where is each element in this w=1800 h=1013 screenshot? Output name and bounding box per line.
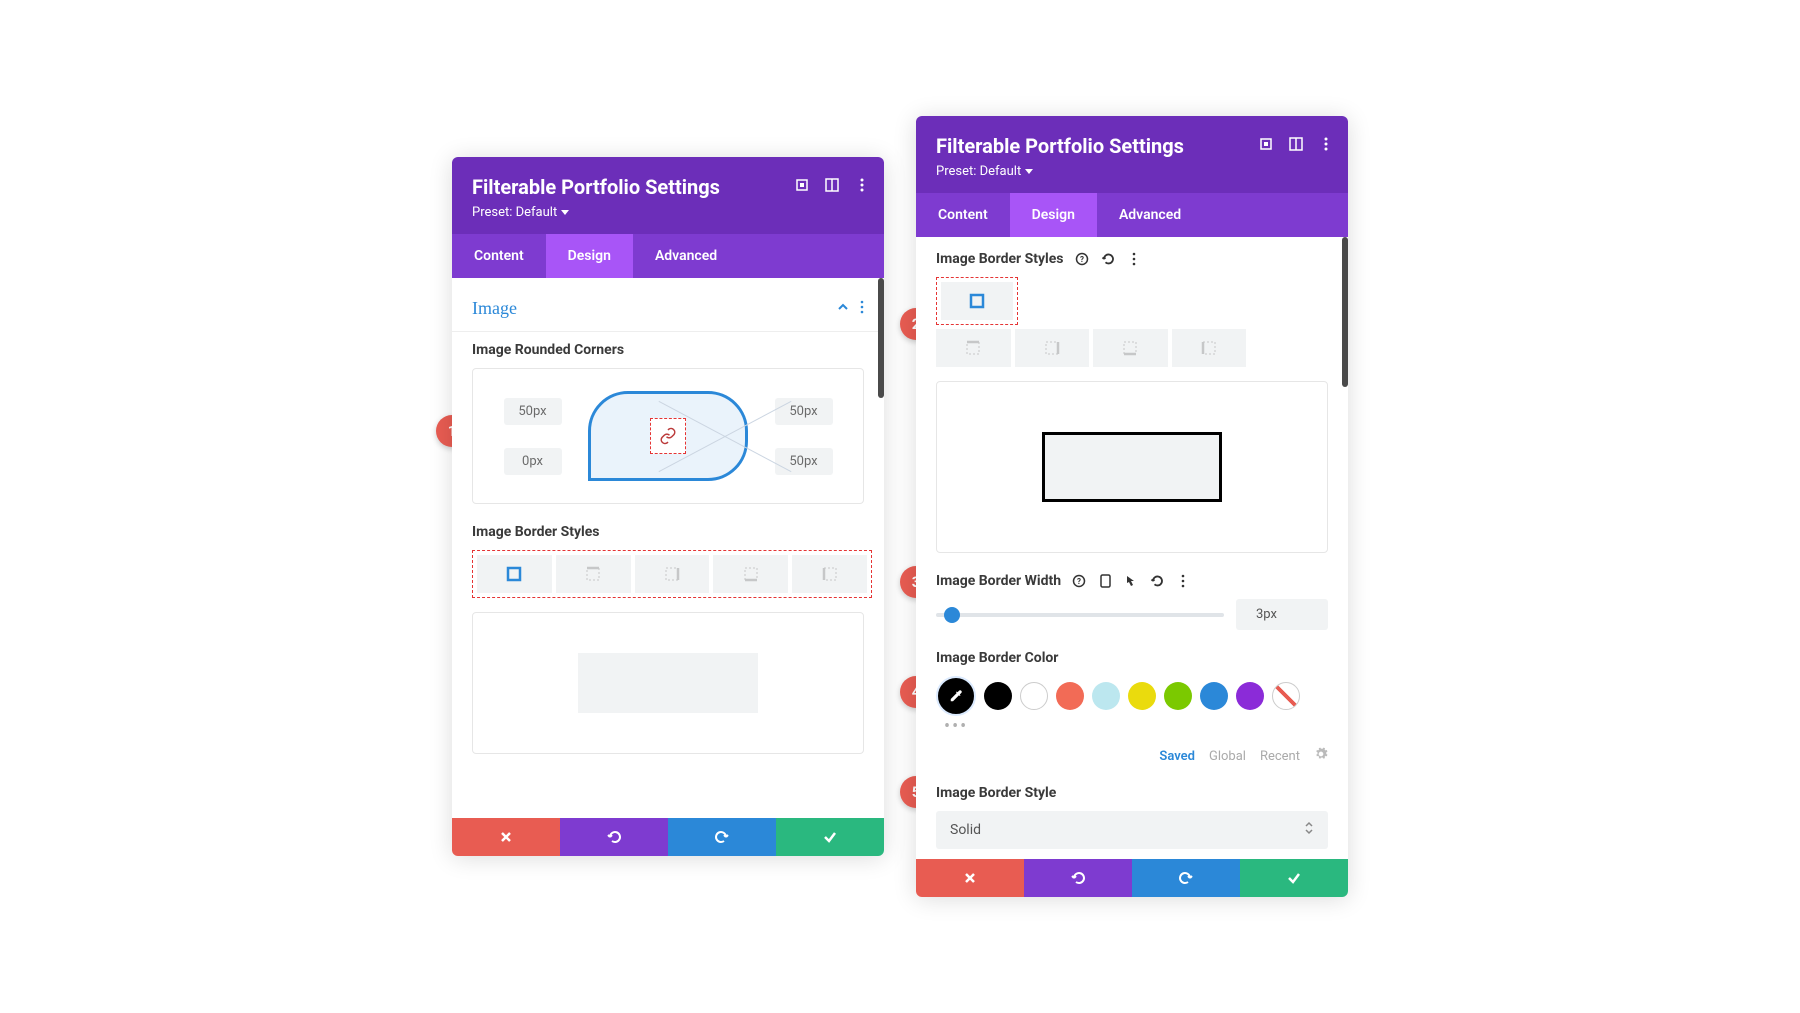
expand-icon[interactable] <box>794 177 810 193</box>
svg-text:?: ? <box>1080 255 1084 264</box>
border-styles-label: Image Border Styles <box>472 524 864 540</box>
more-icon[interactable] <box>860 299 864 318</box>
preset-dropdown[interactable]: Preset: Default <box>472 205 569 220</box>
undo-button[interactable] <box>1024 859 1132 897</box>
more-icon[interactable] <box>1175 573 1191 589</box>
tab-content[interactable]: Content <box>452 234 546 278</box>
border-side-right[interactable] <box>635 555 710 593</box>
hover-icon[interactable] <box>1123 573 1139 589</box>
border-side-left[interactable] <box>1172 329 1247 367</box>
border-side-top[interactable] <box>556 555 631 593</box>
responsive-icon[interactable] <box>1097 573 1113 589</box>
cancel-button[interactable] <box>916 859 1024 897</box>
tabs: Content Design Advanced <box>916 193 1348 237</box>
border-color-label: Image Border Color <box>936 650 1328 666</box>
more-colors[interactable]: ••• <box>936 716 1328 737</box>
corner-preview <box>588 391 748 481</box>
border-style-select[interactable]: Solid <box>936 811 1328 849</box>
link-corners-toggle[interactable] <box>650 418 686 454</box>
scrollbar[interactable] <box>878 278 884 398</box>
swatch-none[interactable] <box>1272 682 1300 710</box>
gear-icon[interactable] <box>1314 747 1328 765</box>
panel-header: Filterable Portfolio Settings Preset: De… <box>916 116 1348 193</box>
swatch-yellow[interactable] <box>1128 682 1156 710</box>
color-tab-recent[interactable]: Recent <box>1260 749 1300 764</box>
tabs: Content Design Advanced <box>452 234 884 278</box>
border-side-left[interactable] <box>792 555 867 593</box>
panel-footer <box>452 818 884 856</box>
swatch-white[interactable] <box>1020 682 1048 710</box>
swatch-sky[interactable] <box>1092 682 1120 710</box>
panel-body: Image Image Rounded Corners 50px <box>452 278 884 818</box>
settings-panel-left: Filterable Portfolio Settings Preset: De… <box>452 157 884 856</box>
border-preview <box>472 612 864 754</box>
chevron-updown-icon <box>1304 821 1314 839</box>
rounded-corners-label: Image Rounded Corners <box>472 342 864 358</box>
settings-panel-right: Filterable Portfolio Settings Preset: De… <box>916 116 1348 897</box>
border-width-value[interactable]: 3px <box>1236 599 1328 630</box>
column-icon[interactable] <box>1288 136 1304 152</box>
border-side-top[interactable] <box>936 329 1011 367</box>
corner-top-left[interactable]: 50px <box>504 398 562 425</box>
redo-button[interactable] <box>1132 859 1240 897</box>
panel-body: Image Border Styles ? <box>916 237 1348 859</box>
border-preview <box>936 381 1328 553</box>
more-icon[interactable] <box>854 177 870 193</box>
border-side-all[interactable] <box>477 555 552 593</box>
corner-bottom-right[interactable]: 50px <box>775 448 833 475</box>
border-styles-label: Image Border Styles ? <box>936 251 1328 267</box>
svg-text:?: ? <box>1077 577 1081 586</box>
save-button[interactable] <box>1240 859 1348 897</box>
preview-rect <box>1042 432 1222 502</box>
border-side-right[interactable] <box>1015 329 1090 367</box>
reset-icon[interactable] <box>1149 573 1165 589</box>
tab-design[interactable]: Design <box>1010 193 1097 237</box>
accordion-title: Image <box>472 298 517 319</box>
tab-design[interactable]: Design <box>546 234 633 278</box>
border-style-label: Image Border Style <box>936 785 1328 801</box>
preview-rect <box>578 653 758 713</box>
help-icon[interactable]: ? <box>1071 573 1087 589</box>
swatch-lime[interactable] <box>1164 682 1192 710</box>
border-side-all[interactable] <box>941 282 1013 320</box>
color-tab-global[interactable]: Global <box>1209 749 1246 764</box>
save-button[interactable] <box>776 818 884 856</box>
accordion-image[interactable]: Image <box>452 278 884 332</box>
expand-icon[interactable] <box>1258 136 1274 152</box>
column-icon[interactable] <box>824 177 840 193</box>
swatch-violet[interactable] <box>1236 682 1264 710</box>
color-tabs: Saved Global Recent <box>936 747 1328 765</box>
panel-header: Filterable Portfolio Settings Preset: De… <box>452 157 884 234</box>
border-width-slider[interactable] <box>936 613 1224 617</box>
cancel-button[interactable] <box>452 818 560 856</box>
more-icon[interactable] <box>1318 136 1334 152</box>
border-side-bottom[interactable] <box>713 555 788 593</box>
swatch-coral[interactable] <box>1056 682 1084 710</box>
corner-bottom-left[interactable]: 0px <box>504 448 562 475</box>
panel-footer <box>916 859 1348 897</box>
border-width-label: Image Border Width ? <box>936 573 1328 589</box>
chevron-up-icon[interactable] <box>836 299 850 318</box>
swatch-black[interactable] <box>984 682 1012 710</box>
tab-advanced[interactable]: Advanced <box>633 234 739 278</box>
tab-advanced[interactable]: Advanced <box>1097 193 1203 237</box>
rounded-corners-control: 50px 50px 0px 50px <box>472 368 864 504</box>
undo-button[interactable] <box>560 818 668 856</box>
corner-top-right[interactable]: 50px <box>775 398 833 425</box>
tab-content[interactable]: Content <box>916 193 1010 237</box>
preset-dropdown[interactable]: Preset: Default <box>936 164 1033 179</box>
color-tab-saved[interactable]: Saved <box>1159 749 1195 764</box>
border-side-bottom[interactable] <box>1093 329 1168 367</box>
more-icon[interactable] <box>1126 251 1142 267</box>
help-icon[interactable]: ? <box>1074 251 1090 267</box>
redo-button[interactable] <box>668 818 776 856</box>
eyedropper-swatch[interactable] <box>936 676 976 716</box>
swatch-blue[interactable] <box>1200 682 1228 710</box>
reset-icon[interactable] <box>1100 251 1116 267</box>
scrollbar[interactable] <box>1342 237 1348 387</box>
color-swatches <box>936 676 1328 716</box>
